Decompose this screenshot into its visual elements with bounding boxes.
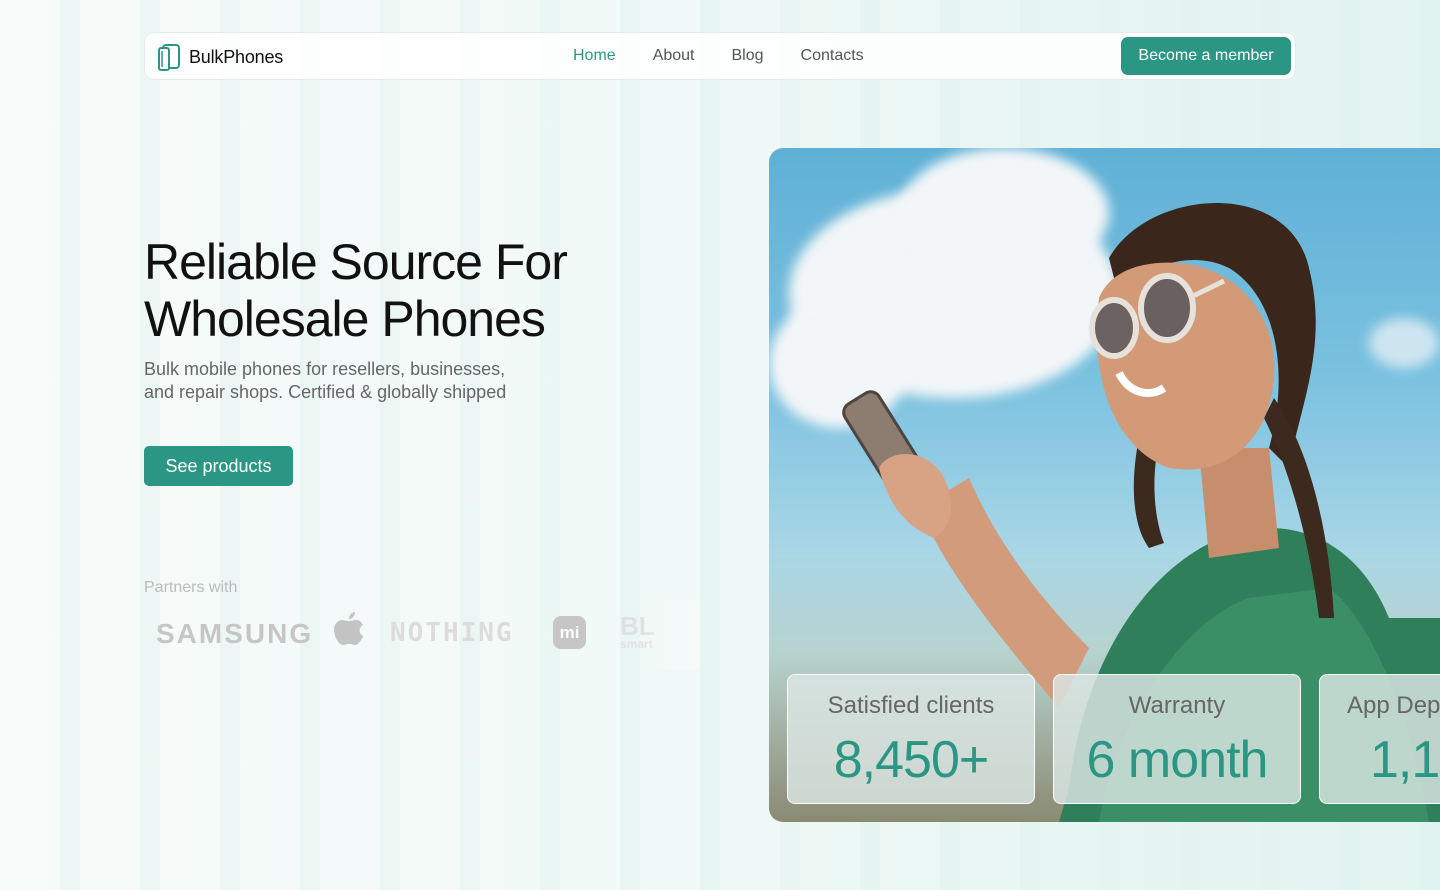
partners-fade — [640, 600, 700, 670]
stat-value: 6 month — [1086, 731, 1269, 789]
partners-logos: SAMSUNG NOTHING mi BL smart — [144, 608, 684, 658]
stat-card-clients: Satisfied clients 8,450+ — [787, 674, 1035, 804]
apple-logo — [334, 612, 364, 651]
nav-link-home[interactable]: Home — [573, 47, 616, 65]
nothing-logo: NOTHING — [390, 618, 514, 648]
mi-logo: mi — [553, 616, 586, 649]
nav-link-contacts[interactable]: Contacts — [801, 47, 864, 65]
stat-label: Warranty — [1128, 692, 1226, 719]
become-member-button[interactable]: Become a member — [1121, 37, 1291, 75]
hero-title-line1: Reliable Source For — [144, 234, 568, 290]
see-products-button[interactable]: See products — [144, 446, 293, 486]
top-navbar: BulkPhones Home About Blog Contacts Beco… — [144, 32, 1296, 80]
brand-name: BulkPhones — [189, 46, 284, 67]
nav-link-about[interactable]: About — [653, 47, 695, 65]
hero-subtitle-line1: Bulk mobile phones for resellers, busine… — [144, 359, 506, 379]
brand-logo[interactable]: BulkPhones — [157, 43, 283, 71]
stats-row: Satisfied clients 8,450+ Warranty 6 mont… — [787, 674, 1440, 804]
samsung-logo: SAMSUNG — [156, 618, 314, 649]
hero-title-line2: Wholesale Phones — [144, 291, 546, 347]
nav-links: Home About Blog Contacts — [573, 47, 864, 65]
stat-value: 1,12 — [1370, 731, 1440, 789]
nav-link-blog[interactable]: Blog — [732, 47, 764, 65]
stat-label: App Dep — [1347, 692, 1440, 719]
hero-subtitle: Bulk mobile phones for resellers, busine… — [144, 358, 524, 404]
stat-card-app: App Dep 1,12 — [1319, 674, 1440, 804]
stat-value: 8,450+ — [833, 731, 990, 789]
partners-label: Partners with — [144, 579, 238, 596]
hero-title: Reliable Source For Wholesale Phones — [144, 234, 664, 348]
stat-label: Satisfied clients — [827, 692, 995, 719]
phone-book-icon — [157, 43, 183, 71]
stat-card-warranty: Warranty 6 month — [1053, 674, 1301, 804]
hero-subtitle-line2: and repair shops. Certified & globally s… — [144, 382, 507, 402]
